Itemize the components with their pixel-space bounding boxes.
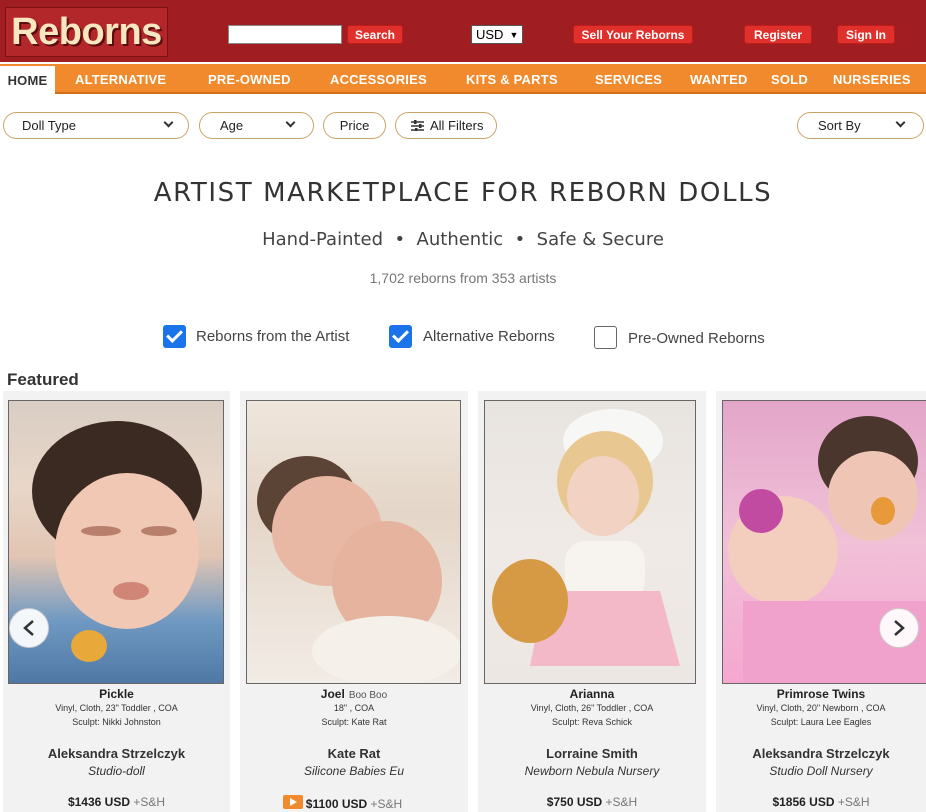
shop-name[interactable]: Silicone Babies Eu bbox=[240, 764, 468, 778]
listing-count: 1,702 reborns from 353 artists bbox=[369, 270, 557, 286]
product-price: $750 USD +S&H bbox=[478, 795, 706, 809]
chevron-right-icon bbox=[894, 620, 905, 636]
chevron-left-icon bbox=[23, 620, 34, 636]
video-icon[interactable] bbox=[283, 795, 303, 809]
nav-wanted[interactable]: WANTED bbox=[690, 64, 748, 94]
sort-by-select[interactable]: Sort By bbox=[797, 112, 924, 139]
nav-alternative[interactable]: ALTERNATIVE bbox=[75, 64, 166, 94]
nav-kits-parts[interactable]: KITS & PARTS bbox=[466, 64, 558, 94]
chevron-down-icon bbox=[895, 117, 906, 128]
checkbox-label-reborns-from-artist[interactable]: Reborns from the Artist bbox=[196, 328, 349, 345]
chevron-down-icon: ▼ bbox=[509, 29, 519, 40]
all-filters-label: All Filters bbox=[430, 118, 484, 133]
price-filter[interactable]: Price bbox=[323, 112, 386, 139]
doll-type-label: Doll Type bbox=[22, 118, 76, 133]
shop-name[interactable]: Studio Doll Nursery bbox=[716, 764, 926, 778]
product-photo[interactable] bbox=[246, 400, 461, 684]
age-label: Age bbox=[220, 118, 244, 133]
product-card[interactable]: Joel Boo Boo 18" , COA Sculpt: Kate Rat K… bbox=[240, 391, 468, 812]
product-details: 18" , COA bbox=[333, 703, 375, 713]
sign-in-button[interactable]: Sign In bbox=[837, 25, 895, 44]
product-name[interactable]: Arianna bbox=[478, 687, 706, 701]
product-name[interactable]: Pickle bbox=[3, 687, 230, 701]
price-label: Price bbox=[339, 118, 370, 133]
price-value: $1100 USD bbox=[305, 797, 368, 811]
product-name-text: Arianna bbox=[569, 687, 615, 701]
checkbox-pre-owned-reborns[interactable] bbox=[594, 326, 617, 349]
price-value: $1856 USD bbox=[772, 795, 835, 809]
site-logo[interactable]: Reborns bbox=[5, 7, 168, 57]
nav-accessories[interactable]: ACCESSORIES bbox=[330, 64, 427, 94]
product-details: Vinyl, Cloth, 26" Toddler , COA bbox=[530, 703, 654, 713]
checkbox-label-alternative-reborns[interactable]: Alternative Reborns bbox=[423, 328, 555, 345]
chevron-down-icon bbox=[285, 117, 296, 128]
top-header: Reborns Search USD ▼ Sell Your Reborns R… bbox=[0, 0, 926, 62]
chevron-down-icon bbox=[163, 117, 174, 128]
sort-by-label: Sort By bbox=[818, 118, 861, 133]
carousel-prev-button[interactable] bbox=[9, 608, 49, 648]
shop-name[interactable]: Newborn Nebula Nursery bbox=[478, 764, 706, 778]
price-value: $1436 USD bbox=[67, 795, 130, 809]
product-price: $1436 USD +S&H bbox=[3, 795, 230, 809]
logo-text: Reborns bbox=[11, 10, 162, 53]
product-name-text: Primrose Twins bbox=[776, 687, 866, 701]
checkbox-alternative-reborns[interactable] bbox=[389, 325, 412, 348]
main-nav: HOME ALTERNATIVE PRE-OWNED ACCESSORIES K… bbox=[0, 64, 926, 94]
nav-pre-owned[interactable]: PRE-OWNED bbox=[208, 64, 291, 94]
register-button[interactable]: Register bbox=[744, 25, 812, 44]
product-card[interactable]: Primrose Twins Vinyl, Cloth, 20" Newborn… bbox=[716, 391, 926, 812]
product-alt-name: Boo Boo bbox=[348, 690, 388, 701]
product-name-text: Pickle bbox=[99, 687, 134, 701]
product-card[interactable]: Arianna Vinyl, Cloth, 26" Toddler , COA … bbox=[478, 391, 706, 812]
doll-type-filter[interactable]: Doll Type bbox=[3, 112, 189, 139]
nav-sold[interactable]: SOLD bbox=[771, 64, 808, 94]
seller-name[interactable]: Kate Rat bbox=[240, 746, 468, 761]
product-details: Vinyl, Cloth, 20" Newborn , COA bbox=[756, 703, 886, 713]
checkbox-label-pre-owned-reborns[interactable]: Pre-Owned Reborns bbox=[628, 330, 765, 347]
doll-image bbox=[257, 456, 460, 683]
product-card[interactable]: Pickle Vinyl, Cloth, 23" Toddler , COA S… bbox=[3, 391, 230, 812]
product-sculpt: Sculpt: Nikki Johnston bbox=[72, 717, 161, 727]
carousel-next-button[interactable] bbox=[879, 608, 919, 648]
page-title: ARTIST MARKETPLACE FOR REBORN DOLLS bbox=[153, 178, 773, 208]
product-sculpt: Sculpt: Kate Rat bbox=[321, 717, 387, 727]
product-sculpt: Sculpt: Laura Lee Eagles bbox=[770, 717, 872, 727]
all-filters-button[interactable]: All Filters bbox=[395, 112, 497, 139]
currency-select[interactable]: USD ▼ bbox=[471, 25, 523, 44]
product-name[interactable]: Primrose Twins bbox=[716, 687, 926, 701]
product-price: $1856 USD +S&H bbox=[716, 795, 926, 809]
nav-home[interactable]: HOME bbox=[0, 64, 55, 94]
sliders-icon bbox=[411, 120, 424, 131]
seller-name[interactable]: Aleksandra Strzelczyk bbox=[3, 746, 230, 761]
product-name[interactable]: Joel Boo Boo bbox=[240, 687, 468, 701]
sell-your-reborns-button[interactable]: Sell Your Reborns bbox=[573, 25, 693, 44]
product-photo[interactable] bbox=[484, 400, 696, 684]
product-price: $1100 USD +S&H bbox=[240, 797, 468, 811]
shipping-note: +S&H bbox=[133, 795, 166, 809]
search-input[interactable] bbox=[228, 25, 342, 44]
price-value: $750 USD bbox=[546, 795, 603, 809]
featured-heading: Featured bbox=[7, 370, 79, 389]
product-details: Vinyl, Cloth, 23" Toddler , COA bbox=[55, 703, 178, 713]
age-filter[interactable]: Age bbox=[199, 112, 314, 139]
nav-nurseries[interactable]: NURSERIES bbox=[833, 64, 911, 94]
product-sculpt: Sculpt: Reva Schick bbox=[551, 717, 633, 727]
product-name-text: Joel bbox=[320, 687, 345, 701]
seller-name[interactable]: Lorraine Smith bbox=[478, 746, 706, 761]
doll-image bbox=[492, 409, 680, 666]
page-subtitle: Hand-Painted • Authentic • Safe & Secure bbox=[262, 229, 664, 250]
nav-services[interactable]: SERVICES bbox=[595, 64, 662, 94]
currency-value: USD bbox=[476, 27, 504, 42]
shipping-note: +S&H bbox=[370, 797, 403, 811]
seller-name[interactable]: Aleksandra Strzelczyk bbox=[716, 746, 926, 761]
shipping-note: +S&H bbox=[837, 795, 870, 809]
checkbox-reborns-from-artist[interactable] bbox=[163, 325, 186, 348]
shop-name[interactable]: Studio-doll bbox=[3, 764, 230, 778]
search-button[interactable]: Search bbox=[347, 25, 403, 44]
shipping-note: +S&H bbox=[605, 795, 638, 809]
